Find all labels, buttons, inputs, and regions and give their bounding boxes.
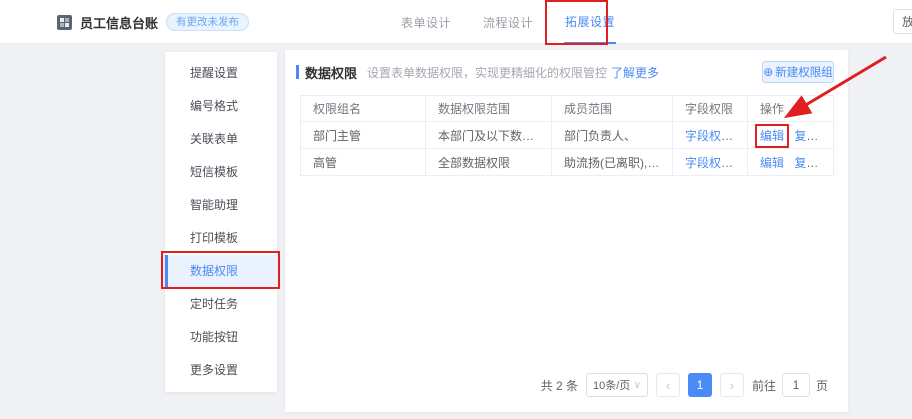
cell-group-name: 高管 xyxy=(301,149,426,176)
settings-sidebar: 提醒设置 编号格式 关联表单 短信模板 智能助理 打印模板 数据权限 定时任务 … xyxy=(165,52,277,392)
sidebar-item-reminder-settings[interactable]: 提醒设置 xyxy=(165,57,277,90)
sidebar-item-number-format[interactable]: 编号格式 xyxy=(165,90,277,123)
learn-more-link[interactable]: 了解更多 xyxy=(611,64,659,81)
delete-link[interactable]: 删除 xyxy=(829,129,834,143)
delete-link[interactable]: 删除 xyxy=(829,156,834,170)
table-row: 部门主管 本部门及以下数据权限 部门负责人、 字段权限详情 编辑 复制 删除 xyxy=(301,122,834,149)
sidebar-item-smart-assistant[interactable]: 智能助理 xyxy=(165,189,277,222)
app-header: 员工信息台账 有更改未发布 表单设计 流程设计 拓展设置 放弃 xyxy=(0,0,912,44)
table-row: 高管 全部数据权限 助流扬(已离职), 助流进, 助流... 字段权限详情 编辑… xyxy=(301,149,834,176)
cell-actions: 编辑 复制 删除 xyxy=(748,122,834,149)
section-description: 设置表单数据权限，实现更精细化的权限管控 xyxy=(367,64,607,81)
header-member-scope: 成员范围 xyxy=(552,96,673,122)
page-title: 员工信息台账 xyxy=(80,13,158,32)
prev-page-button[interactable]: ‹ xyxy=(656,373,680,397)
page-size-value: 10条/页 xyxy=(593,377,630,393)
cell-field-perms: 字段权限详情 xyxy=(673,149,748,176)
next-page-button[interactable]: › xyxy=(720,373,744,397)
tab-process-design[interactable]: 流程设计 xyxy=(482,0,534,44)
cell-member-scope: 部门负责人、 xyxy=(552,122,673,149)
field-permission-details-link[interactable]: 字段权限详情 xyxy=(685,129,748,143)
cell-field-perms: 字段权限详情 xyxy=(673,122,748,149)
data-permissions-panel: 数据权限 设置表单数据权限，实现更精细化的权限管控 了解更多 ⊕ 新建权限组 权… xyxy=(285,50,848,412)
cell-data-scope: 全部数据权限 xyxy=(426,149,552,176)
form-app-icon xyxy=(57,15,72,30)
chevron-down-icon: ∨ xyxy=(634,380,641,391)
section-accent-bar xyxy=(296,65,299,79)
sidebar-item-function-buttons[interactable]: 功能按钮 xyxy=(165,321,277,354)
chevron-right-icon: › xyxy=(730,378,734,393)
copy-link[interactable]: 复制 xyxy=(794,129,818,143)
cell-group-name: 部门主管 xyxy=(301,122,426,149)
form-identity: 员工信息台账 有更改未发布 xyxy=(57,0,249,44)
field-permission-details-link[interactable]: 字段权限详情 xyxy=(685,156,748,170)
page-size-select[interactable]: 10条/页 ∨ xyxy=(586,373,648,397)
sidebar-item-data-permissions[interactable]: 数据权限 xyxy=(165,255,277,288)
cell-member-scope: 助流扬(已离职), 助流进, 助流... xyxy=(552,149,673,176)
header-data-scope: 数据权限范围 xyxy=(426,96,552,122)
section-header: 数据权限 设置表单数据权限，实现更精细化的权限管控 了解更多 xyxy=(296,62,659,82)
header-actions: 操作 xyxy=(748,96,834,122)
sidebar-item-sms-template[interactable]: 短信模板 xyxy=(165,156,277,189)
goto-page-input[interactable] xyxy=(782,373,810,397)
sidebar-item-more-settings[interactable]: 更多设置 xyxy=(165,354,277,387)
header-group-name: 权限组名 xyxy=(301,96,426,122)
tab-form-design[interactable]: 表单设计 xyxy=(400,0,452,44)
total-count-label: 共 2 条 xyxy=(541,377,578,394)
cell-actions: 编辑 复制 删除 xyxy=(748,149,834,176)
goto-page-group: 前往 页 xyxy=(752,373,828,397)
section-title: 数据权限 xyxy=(305,63,357,82)
table-header-row: 权限组名 数据权限范围 成员范围 字段权限 操作 xyxy=(301,96,834,122)
sidebar-item-print-template[interactable]: 打印模板 xyxy=(165,222,277,255)
page-number-button[interactable]: 1 xyxy=(688,373,712,397)
create-permission-group-button[interactable]: ⊕ 新建权限组 xyxy=(762,61,834,83)
sidebar-item-linked-forms[interactable]: 关联表单 xyxy=(165,123,277,156)
permission-groups-table: 权限组名 数据权限范围 成员范围 字段权限 操作 部门主管 本部门及以下数据权限… xyxy=(300,95,834,176)
goto-page-unit-label: 页 xyxy=(816,377,828,394)
chevron-left-icon: ‹ xyxy=(666,378,670,393)
plus-circle-icon: ⊕ xyxy=(763,65,773,79)
discard-button[interactable]: 放弃 xyxy=(893,9,912,34)
edit-link[interactable]: 编辑 xyxy=(760,129,784,143)
tab-extension-settings[interactable]: 拓展设置 xyxy=(564,0,616,44)
unpublished-changes-badge: 有更改未发布 xyxy=(166,13,249,31)
create-button-label: 新建权限组 xyxy=(775,64,833,80)
pagination: 共 2 条 10条/页 ∨ ‹ 1 › 前往 页 xyxy=(285,372,838,398)
goto-label: 前往 xyxy=(752,377,776,394)
edit-link[interactable]: 编辑 xyxy=(760,156,784,170)
cell-data-scope: 本部门及以下数据权限 xyxy=(426,122,552,149)
copy-link[interactable]: 复制 xyxy=(794,156,818,170)
tab-bar: 表单设计 流程设计 拓展设置 xyxy=(400,0,616,44)
sidebar-item-scheduled-tasks[interactable]: 定时任务 xyxy=(165,288,277,321)
header-field-perms: 字段权限 xyxy=(673,96,748,122)
